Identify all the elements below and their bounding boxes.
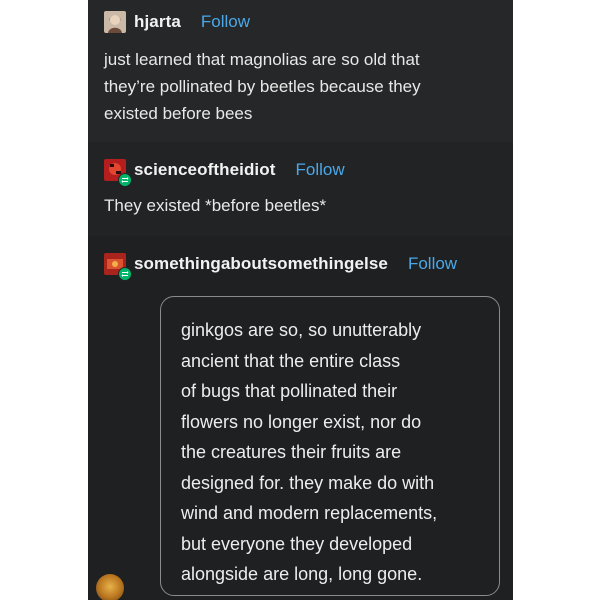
portrait-avatar-icon[interactable] xyxy=(104,11,126,33)
post-scienceoftheidiot: scienceoftheidiot Follow They existed *b… xyxy=(88,142,513,236)
text-line: They existed *before beetles* xyxy=(104,196,327,215)
quote-line: designed for. they make do with xyxy=(181,472,435,493)
red-avatar-icon[interactable] xyxy=(104,159,132,187)
quote-line: alongside are long, long gone. xyxy=(181,564,423,584)
quote-line: wind and modern replacements, xyxy=(181,503,438,523)
post-header: somethingaboutsomethingelse Follow xyxy=(104,250,457,281)
quote-line: of bugs that pollinated their xyxy=(181,381,398,401)
post-header: scienceoftheidiot Follow xyxy=(104,156,345,187)
username[interactable]: somethingaboutsomethingelse xyxy=(134,254,388,274)
text-line: existed before bees xyxy=(104,104,253,123)
post-text: They existed *before beetles* xyxy=(104,192,326,219)
quote-line: ginkgos are so, so unutterably xyxy=(181,320,422,340)
quote-line: the creatures their fruits are xyxy=(181,442,402,462)
text-line: they’re pollinated by beetles because th… xyxy=(104,77,421,96)
post-somethingaboutsomethingelse: somethingaboutsomethingelse Follow ginkg… xyxy=(88,236,513,600)
post-hjarta: hjarta Follow just learned that magnolia… xyxy=(88,0,513,142)
text-line: just learned that magnolias are so old t… xyxy=(104,50,420,69)
reblog-icon xyxy=(118,173,132,187)
follow-button[interactable]: Follow xyxy=(201,12,250,32)
quote-line: flowers no longer exist, nor do xyxy=(181,411,422,432)
avatar-icon[interactable] xyxy=(96,574,124,600)
quote-line: but everyone they developed xyxy=(181,533,413,554)
dashboard-feed: hjarta Follow just learned that magnolia… xyxy=(88,0,513,600)
username[interactable]: scienceoftheidiot xyxy=(134,160,276,180)
quote-box: ginkgos are so, so unutterably ancient t… xyxy=(160,296,500,596)
post-header: hjarta Follow xyxy=(104,8,250,36)
quote-line: ancient that the entire class xyxy=(181,350,401,371)
follow-button[interactable]: Follow xyxy=(296,160,345,180)
username[interactable]: hjarta xyxy=(134,12,181,32)
red-avatar-icon[interactable] xyxy=(104,253,132,281)
reblog-icon xyxy=(118,267,132,281)
post-text: just learned that magnolias are so old t… xyxy=(104,46,484,127)
follow-button[interactable]: Follow xyxy=(408,254,457,274)
